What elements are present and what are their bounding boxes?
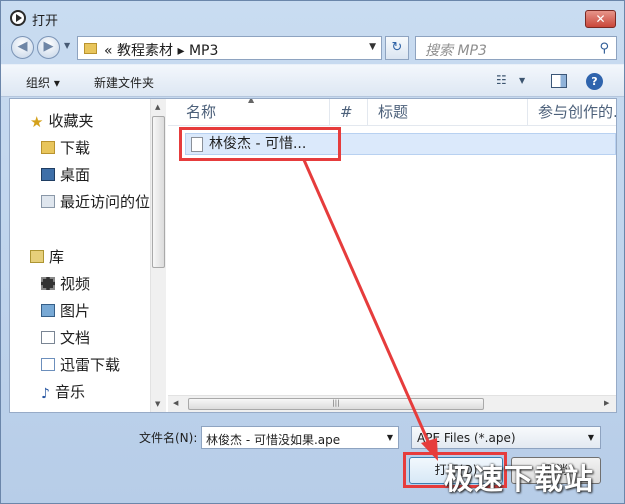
filename-input[interactable]: 林俊杰 - 可惜没如果.ape ▼ xyxy=(201,426,399,449)
open-file-dialog: 打开 ✕ ◀ ▶ ▼ « 教程素材 ▸ MP3 ▼ ↻ 搜索 MP3 ⚲ 组织 … xyxy=(0,0,625,504)
chevron-down-icon[interactable]: ▼ xyxy=(387,433,393,442)
command-bar: 组织 ▾ 新建文件夹 ☷ ▼ ? xyxy=(1,64,624,97)
sidebar-item-label: 桌面 xyxy=(60,166,91,184)
search-placeholder[interactable]: 搜索 MP3 xyxy=(425,40,487,60)
help-icon[interactable]: ? xyxy=(586,73,603,90)
back-button[interactable]: ◀ xyxy=(11,36,34,59)
navigation-bar: ◀ ▶ ▼ « 教程素材 ▸ MP3 ▼ ↻ 搜索 MP3 ⚲ xyxy=(1,35,624,63)
sidebar-item-label: 视频 xyxy=(60,275,91,293)
sidebar-item-label: 迅雷下载 xyxy=(60,356,121,374)
sidebar-item-desktop[interactable]: 桌面 xyxy=(41,164,90,186)
play-icon xyxy=(10,10,26,26)
horizontal-scrollbar[interactable]: ◀ ||| ▶ xyxy=(168,395,616,412)
filename-label: 文件名(N): xyxy=(139,431,198,445)
sidebar-item-thunder-downloads[interactable]: 迅雷下载 xyxy=(41,354,120,376)
window-title: 打开 xyxy=(32,14,59,29)
sidebar-item-label: 最近访问的位 xyxy=(60,193,151,211)
scroll-up-icon[interactable]: ▲ xyxy=(155,103,160,111)
scrollbar-thumb[interactable] xyxy=(152,116,165,268)
pictures-icon xyxy=(41,304,55,317)
scroll-down-icon[interactable]: ▼ xyxy=(155,400,160,408)
search-icon[interactable]: ⚲ xyxy=(599,41,609,56)
column-title[interactable]: 标题 xyxy=(368,99,528,126)
watermark: 极速下载站 xyxy=(444,462,595,496)
thunder-download-icon xyxy=(41,358,55,371)
file-type-value[interactable]: APE Files (*.ape) xyxy=(417,431,516,445)
file-type-select[interactable]: APE Files (*.ape) ▼ xyxy=(411,426,601,449)
sidebar-item-favorites[interactable]: ★ 收藏夹 xyxy=(30,110,93,132)
organize-button[interactable]: 组织 ▾ xyxy=(26,74,60,91)
sidebar-item-label: 文档 xyxy=(60,329,91,347)
highlight-box-file xyxy=(179,127,341,161)
navigation-scrollbar[interactable]: ▲ ▼ xyxy=(150,99,166,412)
column-contributing-artists[interactable]: 参与创作的... xyxy=(528,99,616,126)
desktop-icon xyxy=(41,168,55,181)
column-track-number[interactable]: # xyxy=(330,99,368,126)
recent-places-icon xyxy=(41,195,55,208)
view-dropdown-icon[interactable]: ▼ xyxy=(519,76,525,85)
sidebar-item-label: 库 xyxy=(49,248,65,266)
chevron-down-icon[interactable]: ▼ xyxy=(588,433,594,442)
sidebar-item-downloads[interactable]: 下载 xyxy=(41,137,90,159)
sidebar-item-recent-places[interactable]: 最近访问的位 xyxy=(41,191,150,213)
documents-icon xyxy=(41,331,55,344)
folder-icon xyxy=(84,43,97,54)
new-folder-button[interactable]: 新建文件夹 xyxy=(94,74,154,91)
star-icon: ★ xyxy=(30,113,44,131)
sidebar-item-videos[interactable]: 视频 xyxy=(41,273,90,295)
sidebar-item-documents[interactable]: 文档 xyxy=(41,327,90,349)
column-header: ▲ 名称 # 标题 参与创作的... xyxy=(168,99,616,126)
address-path[interactable]: « 教程素材 ▸ MP3 xyxy=(104,40,218,60)
address-bar[interactable]: « 教程素材 ▸ MP3 ▼ xyxy=(77,36,382,60)
refresh-button[interactable]: ↻ xyxy=(385,36,409,60)
sidebar-item-music[interactable]: ♪ 音乐 xyxy=(41,381,85,403)
recent-locations-dropdown[interactable]: ▼ xyxy=(64,41,70,50)
address-dropdown-icon[interactable]: ▼ xyxy=(369,42,376,52)
search-box[interactable]: 搜索 MP3 ⚲ xyxy=(415,36,617,60)
video-icon xyxy=(41,277,55,290)
sidebar-item-label: 收藏夹 xyxy=(48,112,94,130)
filename-value[interactable]: 林俊杰 - 可惜没如果.ape xyxy=(206,431,340,448)
title-bar: 打开 ✕ xyxy=(1,1,624,35)
close-button[interactable]: ✕ xyxy=(585,10,616,28)
sidebar-item-libraries[interactable]: 库 xyxy=(30,246,64,268)
sidebar-item-label: 图片 xyxy=(60,302,91,320)
scrollbar-thumb[interactable]: ||| xyxy=(188,398,484,410)
forward-button[interactable]: ▶ xyxy=(37,36,60,59)
refresh-icon: ↻ xyxy=(391,40,403,55)
preview-pane-icon[interactable] xyxy=(551,74,567,88)
view-options-icon[interactable]: ☷ xyxy=(496,73,507,87)
sidebar-item-pictures[interactable]: 图片 xyxy=(41,300,90,322)
folder-icon xyxy=(41,141,55,154)
library-icon xyxy=(30,250,44,263)
sidebar-item-label: 下载 xyxy=(60,139,91,157)
sidebar-item-label: 音乐 xyxy=(54,383,85,401)
column-name[interactable]: 名称 xyxy=(176,99,330,126)
scroll-right-icon[interactable]: ▶ xyxy=(604,399,609,407)
navigation-pane: ★ 收藏夹 下载 桌面 最近访问的位 库 视频 图片 文档 迅雷下载 ♪ 音乐 ▲ … xyxy=(10,99,166,412)
music-icon: ♪ xyxy=(41,386,50,402)
scroll-left-icon[interactable]: ◀ xyxy=(173,399,178,407)
